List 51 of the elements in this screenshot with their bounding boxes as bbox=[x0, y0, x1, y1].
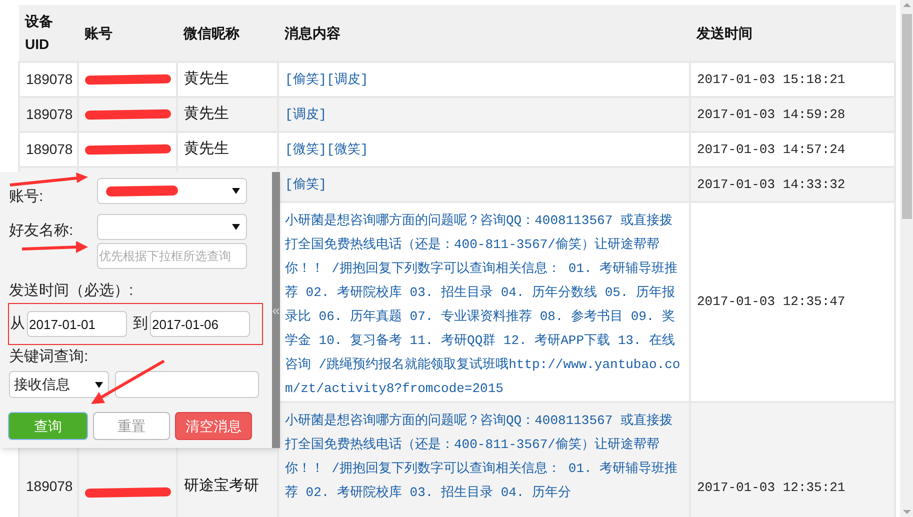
scroll-down-icon[interactable] bbox=[903, 510, 911, 514]
annotation-arrow bbox=[20, 240, 90, 254]
search-button[interactable]: 查询 bbox=[8, 412, 88, 440]
uid-text: 189078 bbox=[26, 478, 73, 494]
scrollbar[interactable] bbox=[900, 0, 913, 517]
account-select[interactable] bbox=[97, 178, 247, 204]
message-text: 小研菌是想咨询哪方面的问题呢？咨询QQ：4008113567 或直接拨打全国免费热线电话（还是：400-811-3567/偷笑）让研途帮帮你！！ /拥抱回复下列数字可以查询相关信息： 01. 考研辅导班推荐 02. 考研院校库 03. 招生目录 04. 历年分 bbox=[285, 413, 678, 500]
account-label: 账号: bbox=[9, 188, 44, 206]
caret-icon bbox=[232, 224, 240, 230]
column-header: 发送时间 bbox=[696, 24, 752, 40]
keyword-input[interactable] bbox=[115, 371, 259, 398]
send-time-text: 2017-01-03 14:59:28 bbox=[697, 106, 846, 122]
keyword-label: 关键词查询: bbox=[9, 347, 90, 367]
message-text: [微笑][微笑] bbox=[285, 142, 368, 156]
friend-name-label: 好友名称: bbox=[9, 222, 74, 240]
column-header: 设备UID bbox=[25, 12, 54, 54]
column-header: 账号 bbox=[84, 24, 112, 40]
uid-text: 189078 bbox=[26, 106, 73, 122]
message-text: [调皮] bbox=[285, 106, 327, 122]
to-date-input[interactable]: 2017-01-06 bbox=[150, 311, 250, 337]
message-text: [偷笑] bbox=[285, 176, 327, 192]
to-label: 到 bbox=[133, 314, 148, 334]
caret-icon bbox=[95, 382, 103, 388]
caret-icon bbox=[232, 188, 240, 194]
collapse-bar[interactable]: « bbox=[272, 172, 280, 448]
friend-name-input[interactable]: 优先根据下拉框所选查询 bbox=[97, 243, 247, 269]
nickname-text: 研途宝考研 bbox=[184, 476, 259, 494]
send-time-text: 2017-01-03 12:35:47 bbox=[697, 294, 846, 310]
send-time-label: 发送时间（必选）: bbox=[9, 281, 134, 301]
keyword-type-select[interactable]: 接收信息 bbox=[9, 371, 109, 398]
from-label: 从 bbox=[10, 314, 25, 334]
scrollbar-thumb[interactable] bbox=[902, 14, 912, 219]
collapse-handle[interactable]: « bbox=[272, 302, 280, 318]
friend-name-select[interactable] bbox=[97, 214, 247, 240]
column-header: 微信昵称 bbox=[184, 24, 240, 40]
send-time-text: 2017-01-03 14:33:32 bbox=[697, 176, 846, 192]
uid-text: 189078 bbox=[26, 141, 73, 157]
from-date-input[interactable]: 2017-01-01 bbox=[27, 311, 127, 337]
column-header: 消息内容 bbox=[284, 24, 340, 40]
nickname-text: 黄先生 bbox=[184, 105, 229, 122]
uid-text: 189078 bbox=[26, 71, 73, 87]
send-time-text: 2017-01-03 12:35:21 bbox=[697, 480, 846, 494]
clear-messages-button[interactable]: 清空消息 bbox=[175, 412, 252, 440]
send-time-text: 2017-01-03 15:18:21 bbox=[697, 72, 846, 87]
nickname-text: 黄先生 bbox=[184, 70, 229, 88]
message-text: 小研菌是想咨询哪方面的问题呢？咨询QQ：4008113567 或直接拨打全国免费热线电话（还是：400-811-3567/偷笑）让研途帮帮你！！ /拥抱回复下列数字可以查询相关信息： 01. 考研辅导班推荐 02. 考研院校库 03. 招生目录 04. 历年分数线 05. 历年报录比 06. 历年真题 07. 专业课资料推荐 08. 参考书目 09. 奖学金 10. 复习备考 11. 考研QQ群 12. 考研APP下载 13. 在线咨询 /跳绳预约报名就能领取复试班哦http://www.yantubao.com/zt/activity8?fromcode=2015 bbox=[285, 213, 680, 396]
scroll-up-icon[interactable] bbox=[902, 3, 910, 7]
send-time-text: 2017-01-03 14:57:24 bbox=[697, 142, 846, 157]
nickname-text: 黄先生 bbox=[184, 140, 229, 158]
message-text: [偷笑][调皮] bbox=[285, 72, 368, 86]
reset-button[interactable]: 重置 bbox=[93, 412, 170, 440]
